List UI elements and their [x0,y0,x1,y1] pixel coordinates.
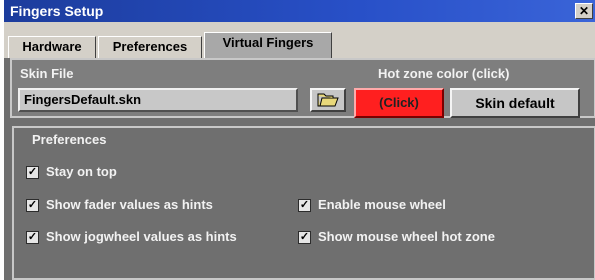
show-wheel-hotzone-label: Show mouse wheel hot zone [318,229,495,244]
fingers-setup-window: Fingers Setup ✕ Hardware Preferences Vir… [4,0,595,280]
checkmark-icon: ✓ [27,166,38,178]
show-jogwheel-hints-label: Show jogwheel values as hints [46,229,237,244]
preferences-group-title: Preferences [28,132,111,147]
folder-icon [317,93,339,107]
enable-mouse-wheel-checkbox[interactable]: ✓ [298,199,311,212]
show-wheel-hotzone-checkbox[interactable]: ✓ [298,231,311,244]
show-jogwheel-hints-checkbox[interactable]: ✓ [26,231,39,244]
tab-strip: Hardware Preferences Virtual Fingers [4,22,595,58]
close-button[interactable]: ✕ [575,3,593,19]
stay-on-top-label: Stay on top [46,164,117,179]
tab-hardware[interactable]: Hardware [8,36,96,58]
show-fader-hints-checkbox[interactable]: ✓ [26,199,39,212]
checkmark-icon: ✓ [27,231,38,243]
tab-preferences-label: Preferences [112,39,188,54]
tab-hardware-label: Hardware [22,39,82,54]
tab-virtual-fingers[interactable]: Virtual Fingers [204,32,332,58]
enable-mouse-wheel-label: Enable mouse wheel [318,197,446,212]
hotzone-label: Hot zone color (click) [378,66,510,81]
hotzone-color-button[interactable]: (Click) [354,88,444,118]
browse-skin-button[interactable] [310,88,346,112]
checkmark-icon: ✓ [299,199,310,211]
checkmark-icon: ✓ [27,199,38,211]
title-bar[interactable]: Fingers Setup ✕ [4,0,595,22]
checkmark-icon: ✓ [299,231,310,243]
skin-file-label: Skin File [20,66,74,81]
stay-on-top-checkbox[interactable]: ✓ [26,166,39,179]
window-title: Fingers Setup [10,3,104,19]
tab-preferences[interactable]: Preferences [98,36,202,58]
close-icon: ✕ [578,4,590,18]
skin-file-input[interactable]: FingersDefault.skn [18,88,298,112]
tab-virtual-fingers-label: Virtual Fingers [222,35,314,50]
skin-default-button[interactable]: Skin default [450,88,580,118]
show-fader-hints-label: Show fader values as hints [46,197,213,212]
